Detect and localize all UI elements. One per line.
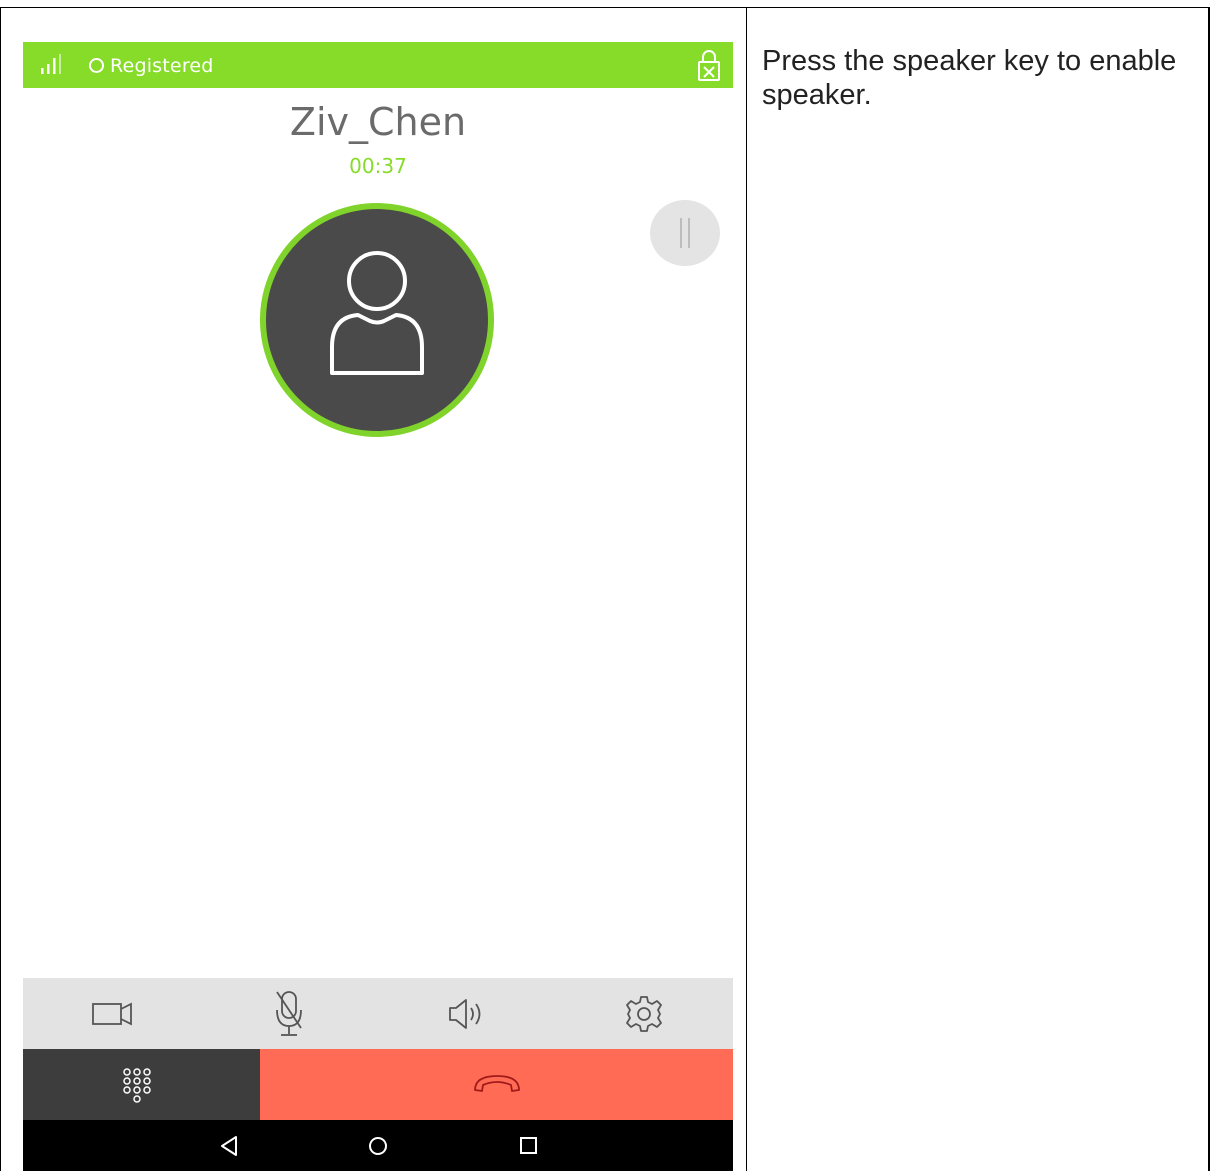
call-toolbar	[23, 978, 733, 1049]
status-bar: Registered	[23, 42, 733, 88]
column-divider	[746, 7, 747, 1171]
lock-icon	[698, 50, 720, 81]
hold-button[interactable]	[650, 200, 720, 266]
speaker-icon	[449, 999, 481, 1029]
call-actions	[23, 1049, 733, 1120]
caller-name: Ziv_Chen	[289, 100, 467, 144]
settings-icon	[626, 996, 662, 1032]
person-icon	[330, 251, 424, 375]
video-button[interactable]	[63, 978, 163, 1049]
caller-avatar	[260, 203, 494, 437]
registration-status: Registered	[110, 55, 214, 77]
speaker-button[interactable]	[416, 978, 516, 1049]
dialpad-button[interactable]	[23, 1049, 260, 1120]
pause-icon	[680, 218, 690, 248]
phone-screen: Registered Ziv_Chen 00:37	[23, 42, 733, 1171]
settings-button[interactable]	[594, 978, 694, 1049]
instruction-text: Press the speaker key to enable speaker.	[762, 45, 1177, 111]
back-button[interactable]	[198, 1120, 258, 1171]
mute-button[interactable]	[239, 978, 339, 1049]
call-duration: 00:37	[349, 154, 407, 178]
video-icon	[92, 1002, 132, 1026]
hangup-icon	[474, 1075, 520, 1092]
mic-muted-icon	[276, 991, 302, 1036]
recents-icon	[520, 1137, 537, 1154]
signal-icon	[41, 54, 61, 74]
home-button[interactable]	[348, 1120, 408, 1171]
registration-status-icon	[89, 58, 104, 73]
dialpad-icon	[123, 1068, 151, 1103]
back-icon	[221, 1136, 237, 1156]
recents-button[interactable]	[499, 1120, 559, 1171]
home-icon	[369, 1137, 387, 1155]
android-nav-bar	[23, 1120, 733, 1171]
hangup-button[interactable]	[260, 1049, 733, 1120]
